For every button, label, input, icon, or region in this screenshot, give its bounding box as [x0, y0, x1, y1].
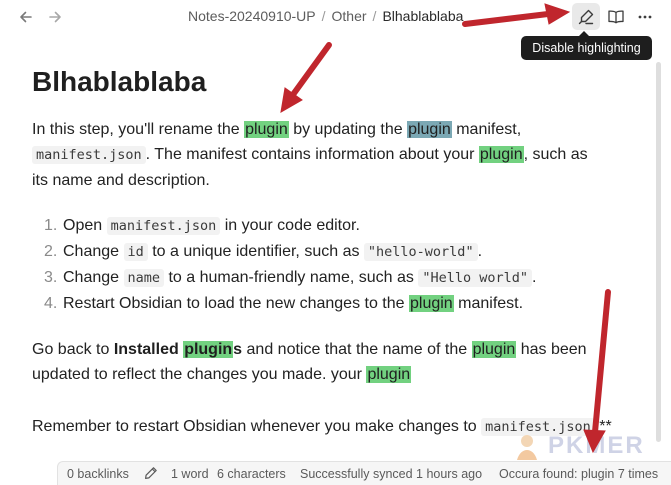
character-count: 6 characters: [217, 467, 286, 481]
title-bar: Notes-20240910-UP / Other / Blhablablaba: [0, 0, 671, 34]
more-horizontal-icon: [638, 15, 652, 19]
occura-status[interactable]: Occura found: plugin 7 times: [499, 467, 658, 481]
text-run: Restart Obsidian to load the new changes…: [63, 295, 409, 312]
inline-code: "Hello world": [418, 269, 533, 287]
text-run: Change: [63, 243, 124, 260]
search-highlight: plugin: [366, 366, 412, 383]
book-open-icon: [608, 10, 624, 24]
toggle-highlight-button[interactable]: [572, 3, 600, 30]
inline-code: manifest.json: [106, 217, 221, 235]
edit-mode-indicator[interactable]: [144, 466, 158, 483]
text-run: updated to reflect the changes you made.…: [32, 366, 367, 383]
text-run: Remember to restart Obsidian whenever yo…: [32, 418, 482, 435]
text-run: to a human-friendly name, such as: [164, 269, 419, 286]
annotation-arrow-head: [280, 87, 303, 113]
list-number: 4.: [44, 295, 58, 312]
inline-code: id: [123, 243, 148, 261]
text-run: Change: [63, 269, 124, 286]
text-run: its name and description.: [32, 172, 210, 189]
search-highlight: plugin: [471, 341, 517, 358]
watermark-text: PKMER: [548, 432, 645, 459]
more-options-button[interactable]: [633, 5, 657, 29]
search-highlight: plugin: [244, 121, 289, 138]
forward-button[interactable]: [44, 6, 66, 28]
search-highlight: plugin: [478, 146, 524, 163]
breadcrumb-folder-other[interactable]: Other: [332, 8, 367, 24]
list-number: 3.: [44, 269, 58, 286]
text-run: in your code editor.: [220, 217, 360, 234]
text-run: by updating the: [288, 121, 408, 138]
breadcrumb: Notes-20240910-UP / Other / Blhablablaba: [188, 8, 463, 24]
breadcrumb-folder-notes[interactable]: Notes-20240910-UP: [188, 8, 316, 24]
list-item: 1. Open manifest.json in your code editor…: [32, 213, 537, 239]
text-run: manifest.: [453, 295, 524, 312]
text-run: Go back to: [32, 341, 114, 358]
bold-text: Installed: [113, 341, 184, 358]
annotation-arrow: [592, 289, 611, 435]
text-run: Open: [63, 217, 107, 234]
tooltip-disable-highlighting: Disable highlighting: [521, 31, 652, 60]
list-item: 4. Restart Obsidian to load the new chang…: [32, 291, 537, 317]
text-run: has been: [516, 341, 587, 358]
list-item: 2. Change id to a unique identifier, such…: [32, 239, 537, 265]
list-number: 1.: [44, 217, 58, 234]
inline-code: name: [123, 269, 165, 287]
text-run: . The manifest contains information abou…: [145, 146, 479, 163]
pkmer-logo-icon: [517, 435, 537, 460]
inline-code: "hello-world": [363, 243, 478, 261]
text-run: , such as: [523, 146, 588, 163]
sync-status[interactable]: Successfully synced 1 hours ago: [300, 467, 482, 481]
arrow-right-icon: [49, 11, 61, 23]
word-count: 1 word: [171, 467, 209, 481]
list-item: 3. Change name to a human-friendly name, …: [32, 265, 537, 291]
reading-view-button[interactable]: [604, 5, 628, 29]
annotation-arrow: [289, 42, 332, 99]
text-run: manifest,: [451, 121, 522, 138]
steps-list: 1. Open manifest.json in your code editor…: [32, 213, 537, 317]
breadcrumb-current-note[interactable]: Blhablablaba: [382, 8, 463, 24]
breadcrumb-separator: /: [321, 8, 326, 24]
pencil-icon: [145, 467, 157, 479]
text-run: .: [477, 243, 483, 260]
search-highlight-selected: plugin: [407, 121, 452, 138]
arrow-left-icon: [20, 11, 32, 23]
list-number: 2.: [44, 243, 58, 260]
text-run: .: [532, 269, 537, 286]
pkmer-watermark: PKMER: [510, 430, 660, 464]
bold-text: s: [233, 341, 243, 358]
search-highlight: plugin: [183, 341, 234, 358]
status-bar: 0 backlinks 1 word 6 characters Successf…: [57, 461, 671, 485]
text-run: In this step, you'll rename the: [32, 121, 245, 138]
search-highlight: plugin: [409, 295, 454, 312]
paragraph-intro: In this step, you'll rename the plugin b…: [32, 117, 588, 193]
text-run: and notice that the name of the: [242, 341, 472, 358]
back-button[interactable]: [15, 6, 37, 28]
backlinks-count[interactable]: 0 backlinks: [67, 467, 129, 481]
breadcrumb-separator: /: [372, 8, 377, 24]
paragraph-installed-plugins: Go back to Installed plugins and notice …: [32, 337, 587, 387]
highlighter-icon: [578, 9, 594, 24]
text-run: to a unique identifier, such as: [147, 243, 364, 260]
scrollbar[interactable]: [656, 62, 661, 442]
inline-code: manifest.json: [32, 146, 146, 164]
note-title: Blhablablaba: [32, 66, 207, 97]
